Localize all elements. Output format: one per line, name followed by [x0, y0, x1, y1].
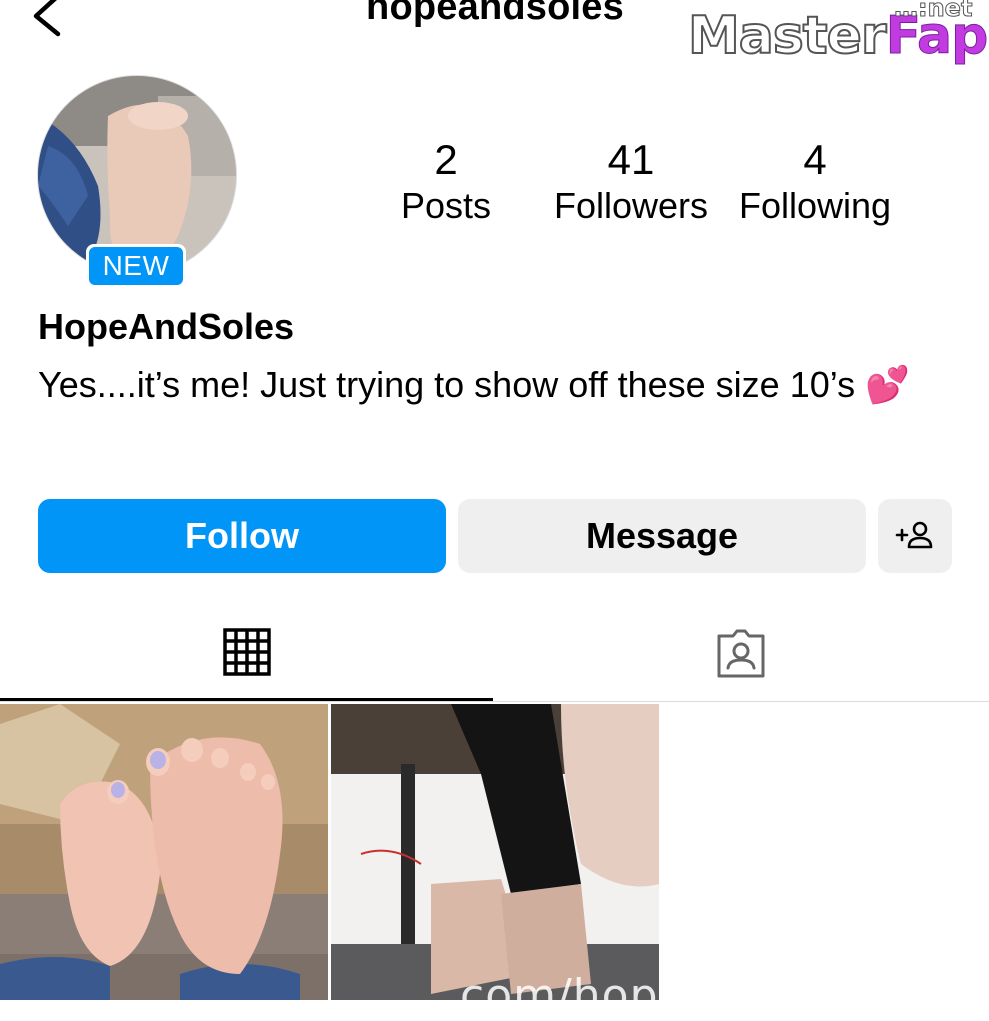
stat-following-count: 4 — [803, 136, 827, 183]
watermark-net-text: …:net — [893, 0, 973, 23]
profile-username-title: hopeandsoles — [366, 0, 624, 28]
tab-tagged[interactable] — [494, 604, 989, 700]
tagged-person-icon — [717, 629, 765, 678]
stat-followers-label: Followers — [553, 185, 709, 226]
tab-posts-grid[interactable] — [0, 604, 493, 700]
grid-icon — [223, 628, 271, 676]
suggest-user-button[interactable] — [878, 499, 952, 573]
profile-display-name: HopeAndSoles — [38, 306, 295, 347]
stat-posts-label: Posts — [400, 185, 492, 226]
message-button[interactable]: Message — [458, 499, 866, 573]
tabs-divider — [0, 701, 989, 702]
stat-followers[interactable]: 41 Followers — [548, 136, 714, 228]
new-badge-label: NEW — [89, 247, 183, 285]
post-thumbnail[interactable] — [0, 704, 328, 1000]
stat-following-label: Following — [738, 185, 892, 226]
post-photo — [331, 704, 659, 1000]
profile-bio: Yes....it’s me! Just trying to show off … — [38, 364, 910, 405]
stat-following[interactable]: 4 Following — [732, 136, 898, 228]
stat-followers-count: 41 — [607, 136, 655, 183]
stat-posts[interactable]: 2 Posts — [396, 136, 496, 228]
post-photo — [0, 704, 328, 1000]
stat-posts-count: 2 — [434, 136, 458, 183]
watermark-logo: MasterFap …:net — [687, 0, 989, 78]
watermark-master-text: Master — [687, 5, 888, 67]
add-person-icon — [895, 521, 933, 549]
follow-button[interactable]: Follow — [38, 499, 446, 573]
watermark-bottom-text: com/hopeandlik — [460, 970, 826, 1021]
new-badge: NEW — [86, 244, 186, 288]
back-chevron-icon[interactable] — [28, 0, 68, 38]
post-thumbnail[interactable] — [331, 704, 659, 1000]
